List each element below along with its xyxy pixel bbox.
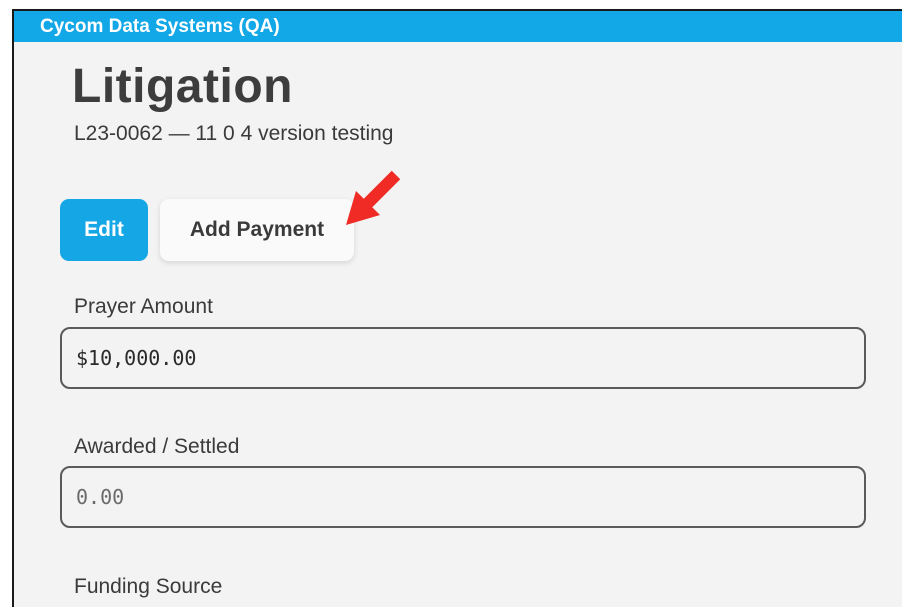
app-window: Cycom Data Systems (QA) Litigation L23-0…	[12, 9, 902, 607]
awarded-settled-label: Awarded / Settled	[74, 435, 240, 458]
arrow-pointer-icon	[346, 170, 401, 225]
page-title: Litigation	[72, 60, 293, 113]
funding-source-label: Funding Source	[74, 575, 223, 598]
prayer-amount-field[interactable]	[60, 327, 866, 389]
add-payment-button[interactable]: Add Payment	[160, 199, 354, 261]
record-subtitle: L23-0062 — 11 0 4 version testing	[74, 122, 394, 145]
awarded-settled-field[interactable]	[60, 466, 866, 528]
prayer-amount-label: Prayer Amount	[74, 295, 213, 318]
window-titlebar: Cycom Data Systems (QA)	[14, 11, 902, 42]
edit-button[interactable]: Edit	[60, 199, 148, 261]
